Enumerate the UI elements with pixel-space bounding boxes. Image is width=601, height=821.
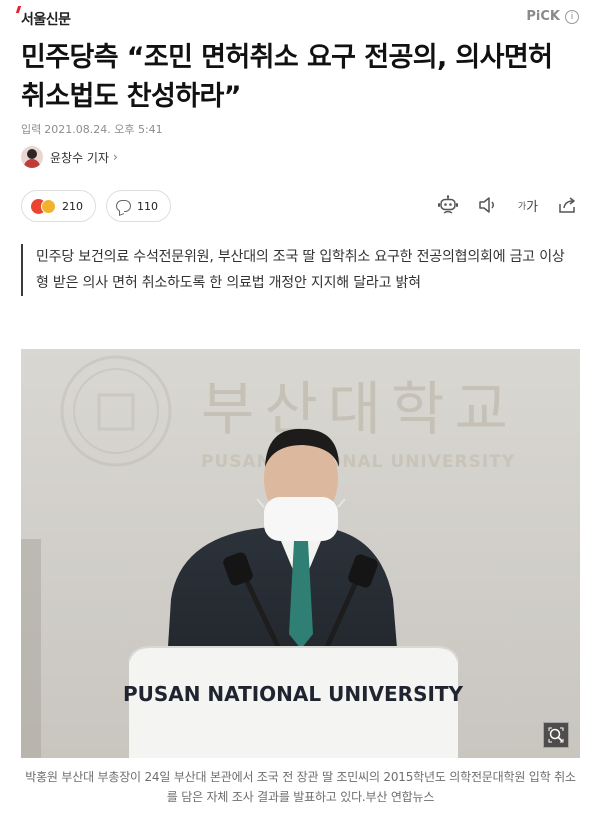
publisher-logo[interactable]: 서울신문 <box>15 6 71 29</box>
date-value: 2021.08.24. 오후 5:41 <box>44 123 163 136</box>
reaction-emoji-icon <box>31 198 56 214</box>
article-photo[interactable]: 부산대학교 PUSAN NATIONAL UNIVERSITY PUSAN NA… <box>21 349 580 758</box>
reporter-name: 윤창수 기자 <box>50 150 110 165</box>
pick-badge[interactable]: PiCK i <box>526 9 579 24</box>
article-date: 입력 2021.08.24. 오후 5:41 <box>21 121 163 137</box>
article-headline: 민주당측 “조민 면허취소 요구 전공의, 의사면허 취소법도 찬성하라” <box>21 42 553 112</box>
zoom-icon[interactable] <box>543 722 569 748</box>
top-bar: 서울신문 PiCK i <box>0 0 601 34</box>
comment-count: 110 <box>137 199 158 213</box>
font-size-icon[interactable]: 가가 <box>517 194 539 216</box>
engagement-bar: 210 110 <box>21 190 171 222</box>
publisher-name: 서울신문 <box>21 12 71 28</box>
audio-robot-icon[interactable] <box>437 194 459 216</box>
article-tools: 가가 <box>437 194 579 216</box>
reporter-avatar <box>21 146 43 168</box>
info-icon[interactable]: i <box>565 9 579 24</box>
font-size-label: 가 <box>526 199 539 215</box>
photo-illustration: 부산대학교 PUSAN NATIONAL UNIVERSITY PUSAN NA… <box>21 349 580 758</box>
article-summary: 민주당 보건의료 수석전문위원, 부산대의 조국 딸 입학취소 요구한 전공의협… <box>21 244 581 296</box>
wall-text-kr: 부산대학교 <box>201 375 518 443</box>
comment-button[interactable]: 110 <box>106 190 171 222</box>
date-label: 입력 <box>21 123 42 136</box>
share-icon[interactable] <box>557 194 579 216</box>
reporter-link[interactable]: 윤창수 기자 › <box>21 146 118 168</box>
wall-text-en: PUSAN NATIONAL UNIVERSITY <box>201 452 515 472</box>
pick-label: PiCK <box>526 9 560 24</box>
chevron-right-icon: › <box>113 150 118 164</box>
comment-bubble-icon <box>116 200 131 212</box>
reaction-count: 210 <box>62 199 83 213</box>
podium: PUSAN NATIONAL UNIVERSITY <box>123 646 464 758</box>
photo-caption: 박홍원 부산대 부총장이 24일 부산대 본관에서 조국 전 장관 딸 조민씨의… <box>25 770 576 804</box>
reaction-button[interactable]: 210 <box>21 190 96 222</box>
podium-text: PUSAN NATIONAL UNIVERSITY <box>123 682 464 706</box>
volume-icon[interactable] <box>477 194 499 216</box>
